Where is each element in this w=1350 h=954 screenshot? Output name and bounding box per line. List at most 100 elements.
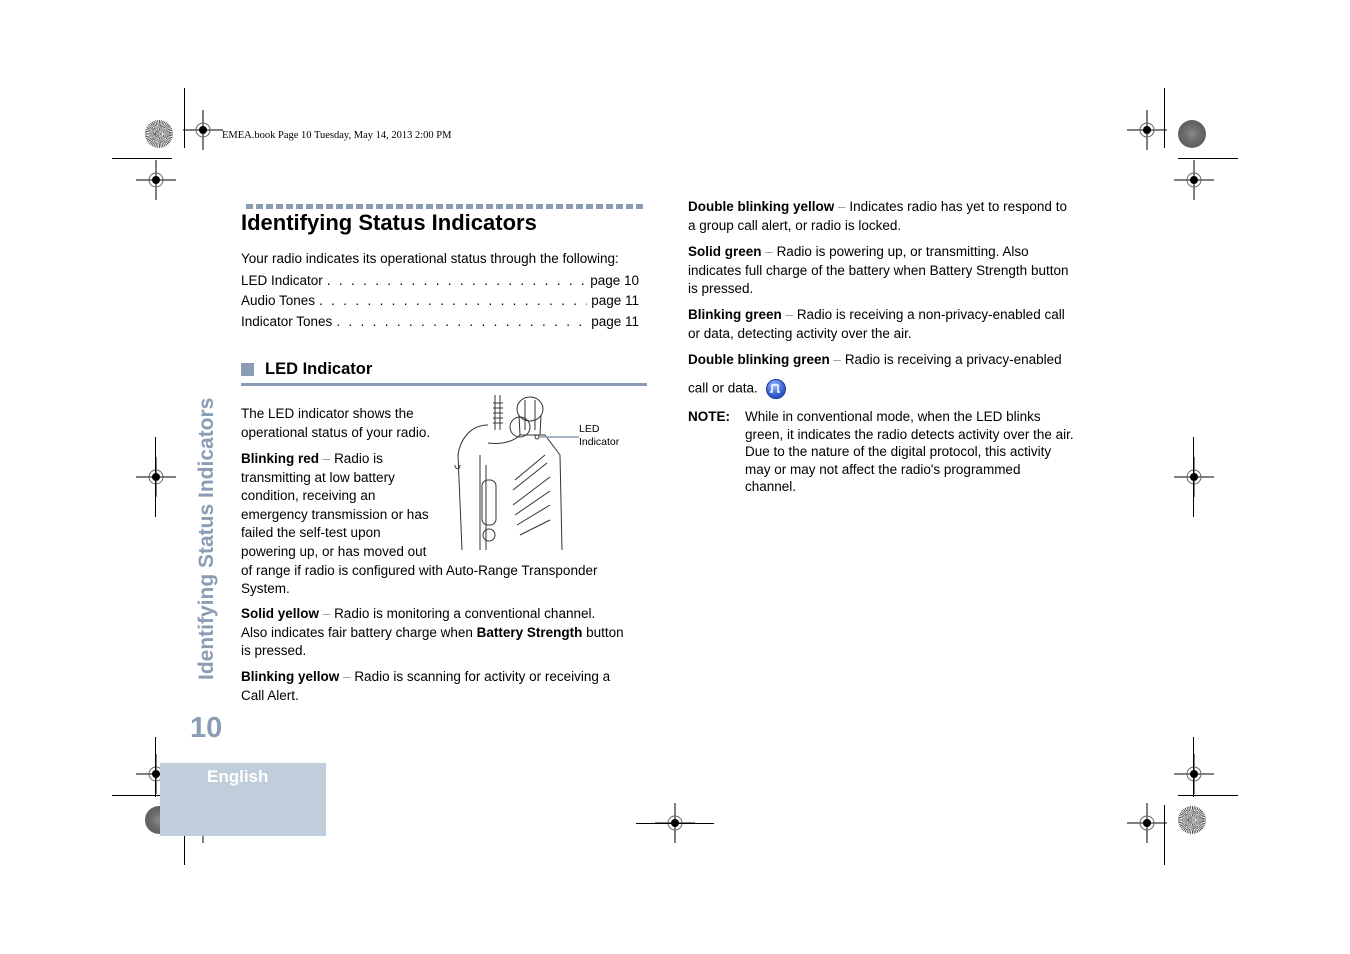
crop-line bbox=[1193, 737, 1194, 797]
status-item-double-blinking-yellow: Double blinking yellow – Indicates radio… bbox=[688, 198, 1067, 235]
text-line: Radio is receiving a privacy-enabled bbox=[844, 352, 1062, 367]
callout-line: LED bbox=[579, 423, 600, 435]
toc-leader: . . . . . . . . . . . . . . . . . . . . … bbox=[326, 273, 586, 288]
toc-page[interactable]: page 10 bbox=[590, 273, 639, 288]
dash: – bbox=[322, 451, 331, 466]
note-label: NOTE: bbox=[688, 409, 730, 424]
status-term: Solid green bbox=[688, 244, 762, 259]
text-line: Call Alert. bbox=[241, 687, 299, 703]
text-line: The LED indicator shows the bbox=[241, 406, 414, 421]
status-item-double-blinking-green: Double blinking green – Radio is receivi… bbox=[688, 351, 1062, 399]
status-item-blinking-red: Blinking red – Radio is transmitting at … bbox=[241, 450, 597, 599]
toc-leader: . . . . . . . . . . . . . . . . . . . . … bbox=[336, 314, 587, 329]
toc-leader: . . . . . . . . . . . . . . . . . . . . … bbox=[319, 293, 587, 308]
color-bar-icon bbox=[1178, 806, 1206, 834]
text-line: failed the self-test upon bbox=[241, 525, 381, 541]
text-line: is pressed. bbox=[688, 281, 754, 297]
dash: – bbox=[322, 606, 331, 621]
text-line: emergency transmission or has bbox=[241, 506, 429, 522]
status-term: Solid yellow bbox=[241, 606, 320, 621]
registration-mark-icon bbox=[136, 457, 176, 497]
lead-paragraph: The LED indicator shows the operational … bbox=[241, 405, 430, 442]
status-item-solid-green: Solid green – Radio is powering up, or t… bbox=[688, 243, 1068, 299]
status-term: Blinking red bbox=[241, 451, 320, 466]
callout-line: Indicator bbox=[579, 436, 620, 448]
dash: – bbox=[785, 307, 794, 322]
dash: – bbox=[838, 199, 846, 214]
language-label: English bbox=[207, 767, 269, 786]
text-line: call or data. bbox=[688, 380, 758, 396]
text-line: Due to the nature of the digital protoco… bbox=[745, 444, 1052, 460]
note-block: NOTE: While in conventional mode, when t… bbox=[688, 408, 1095, 496]
text-line: may or may not affect the radio's progra… bbox=[745, 461, 1021, 477]
status-term: Double blinking green bbox=[688, 352, 830, 367]
toc-page[interactable]: page 11 bbox=[591, 293, 639, 308]
text-line: of range if radio is configured with Aut… bbox=[241, 562, 598, 578]
text-line: System. bbox=[241, 581, 290, 597]
text-line: channel. bbox=[745, 479, 797, 495]
status-item-blinking-green: Blinking green – Radio is receiving a no… bbox=[688, 306, 1065, 343]
text-line: condition, receiving an bbox=[241, 488, 376, 504]
crop-line bbox=[1178, 158, 1238, 159]
led-indicator-callout: LED Indicator bbox=[579, 423, 619, 449]
toc-entry[interactable]: Indicator Tones . . . . . . . . . . . . … bbox=[241, 314, 639, 329]
registration-mark-icon bbox=[1174, 160, 1214, 200]
section-heading: LED Indicator bbox=[241, 358, 647, 386]
heading-rule bbox=[246, 204, 646, 209]
print-slug: EMEA.book Page 10 Tuesday, May 14, 2013 … bbox=[222, 130, 452, 141]
chapter-title-vertical: Identifying Status Indicators bbox=[195, 397, 218, 680]
section-title: LED Indicator bbox=[265, 360, 373, 378]
status-term: Blinking yellow bbox=[241, 669, 340, 684]
crop-line bbox=[155, 437, 156, 517]
text-line: is pressed. bbox=[241, 643, 307, 659]
text-line: button bbox=[582, 624, 624, 640]
crop-line bbox=[1178, 795, 1238, 796]
toc-label[interactable]: Indicator Tones bbox=[241, 314, 332, 329]
text-line: a group call alert, or radio is locked. bbox=[688, 217, 902, 233]
toc-label[interactable]: LED Indicator bbox=[241, 273, 323, 288]
crop-line bbox=[1193, 437, 1194, 517]
section-rule bbox=[241, 383, 647, 386]
dash: – bbox=[833, 352, 842, 367]
heading-square-icon bbox=[241, 363, 254, 376]
text-line: green, it indicates the radio detects ac… bbox=[745, 426, 1074, 442]
text-line: Radio is monitoring a conventional chann… bbox=[334, 606, 596, 621]
dash: – bbox=[765, 244, 773, 259]
text-line: Radio is scanning for activity or receiv… bbox=[354, 669, 611, 684]
color-bar-icon bbox=[145, 120, 173, 148]
text-line: powering up, or has moved out bbox=[241, 543, 427, 559]
toc-entry[interactable]: Audio Tones . . . . . . . . . . . . . . … bbox=[241, 293, 639, 308]
language-tab: English bbox=[160, 763, 326, 836]
registration-mark-icon bbox=[1127, 110, 1167, 150]
text-line: transmitting at low battery bbox=[241, 469, 395, 485]
status-item-solid-yellow: Solid yellow – Radio is monitoring a con… bbox=[241, 605, 624, 661]
registration-mark-icon bbox=[1174, 457, 1214, 497]
toc-label[interactable]: Audio Tones bbox=[241, 293, 315, 308]
page-number: 10 bbox=[190, 712, 223, 744]
crop-line bbox=[636, 823, 714, 824]
dash: – bbox=[343, 669, 351, 684]
text-line: indicates full charge of the battery whe… bbox=[688, 262, 1069, 278]
digital-signal-icon bbox=[765, 378, 786, 399]
page-title: Identifying Status Indicators bbox=[241, 210, 537, 235]
text-line: While in conventional mode, when the LED… bbox=[745, 409, 1041, 424]
intro-text: Your radio indicates its operational sta… bbox=[241, 251, 619, 266]
registration-mark-icon bbox=[183, 110, 223, 150]
registration-mark-icon bbox=[1127, 803, 1167, 843]
text-line: or data, detecting activity over the air… bbox=[688, 325, 912, 341]
crop-line bbox=[112, 158, 172, 159]
text-line: Radio is powering up, or transmitting. A… bbox=[776, 244, 1029, 259]
status-term: Blinking green bbox=[688, 307, 782, 322]
toc-page[interactable]: page 11 bbox=[591, 314, 639, 329]
button-name: Battery Strength bbox=[476, 624, 583, 640]
text-line: Indicates radio has yet to respond to bbox=[849, 199, 1067, 214]
registration-mark-icon bbox=[136, 160, 176, 200]
text-line: operational status of your radio. bbox=[241, 424, 431, 440]
text-line: Radio is bbox=[334, 451, 383, 466]
status-term: Double blinking yellow bbox=[688, 199, 835, 214]
status-item-blinking-yellow: Blinking yellow – Radio is scanning for … bbox=[241, 668, 610, 705]
text-line: Also indicates fair battery charge when bbox=[241, 624, 477, 640]
registration-mark-icon bbox=[1174, 754, 1214, 794]
text-line: Radio is receiving a non-privacy-enabled… bbox=[796, 307, 1065, 322]
toc-entry[interactable]: LED Indicator . . . . . . . . . . . . . … bbox=[241, 273, 639, 288]
